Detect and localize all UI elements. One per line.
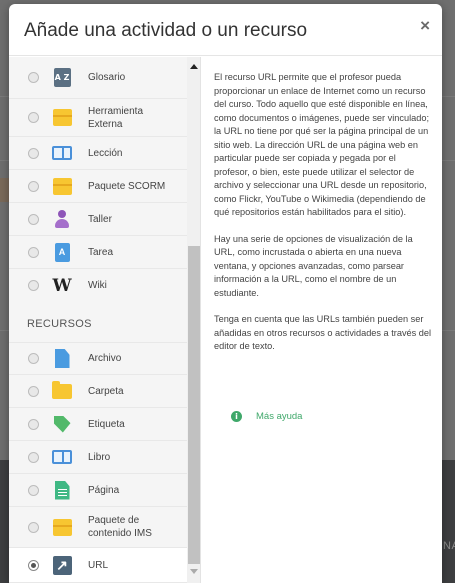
list-item-label: Glosario [88, 72, 126, 83]
lesson-icon [52, 143, 72, 163]
radio-button[interactable] [28, 147, 39, 159]
list-item-libro[interactable]: Libro [9, 441, 187, 474]
external-tool-icon [52, 108, 72, 128]
list-item-label: Etiqueta [88, 418, 125, 430]
ims-package-icon [52, 517, 72, 537]
list-item-wiki[interactable]: W Wiki [9, 269, 187, 302]
scorm-package-icon [52, 176, 72, 196]
radio-button[interactable] [28, 213, 39, 225]
page-icon [52, 480, 72, 500]
workshop-icon [52, 209, 72, 229]
list-item-label: Taller [88, 213, 112, 225]
radio-button[interactable] [28, 246, 39, 258]
section-title-resources: RECURSOS [27, 318, 92, 330]
radio-button[interactable] [28, 180, 39, 192]
radio-button[interactable] [28, 280, 39, 291]
list-item-leccion[interactable]: Lección [9, 137, 187, 170]
activity-chooser-dialog: Añade una actividad o un recurso × A Z G… [9, 4, 442, 583]
more-help-link[interactable]: Más ayuda [256, 411, 302, 422]
radio-button-selected[interactable] [28, 559, 39, 571]
scroll-up-arrow[interactable] [190, 64, 198, 69]
list-item-label: Wiki [88, 280, 107, 291]
radio-button[interactable] [28, 112, 39, 123]
list-item-label: Carpeta [88, 385, 124, 397]
info-icon: i [231, 411, 242, 422]
list-item-carpeta[interactable]: Carpeta [9, 375, 187, 408]
list-item-archivo[interactable]: Archivo [9, 342, 187, 375]
background-edge-text: NA [443, 540, 455, 552]
list-item-label: Lección [88, 147, 123, 159]
module-description: El recurso URL permite que el profesor p… [214, 71, 432, 367]
radio-button[interactable] [28, 418, 39, 430]
radio-button[interactable] [28, 385, 39, 397]
list-scrollbar[interactable] [187, 57, 200, 583]
list-item-label: Paquete de contenido IMS [88, 515, 152, 539]
assignment-icon: A [52, 242, 72, 262]
list-item-taller[interactable]: Taller [9, 203, 187, 236]
list-item-paquete-contenido-ims[interactable]: Paquete de contenido IMS [9, 507, 187, 548]
glossary-icon: A Z [52, 68, 72, 88]
description-paragraph: El recurso URL permite que el profesor p… [214, 72, 430, 217]
list-item-pagina[interactable]: Página [9, 474, 187, 507]
module-list[interactable]: A Z Glosario Herramienta Externa Lección… [9, 57, 201, 583]
list-item-url[interactable]: ↗ URL [9, 548, 187, 583]
scrollbar-thumb[interactable] [188, 246, 200, 564]
radio-button[interactable] [28, 521, 39, 533]
url-icon: ↗ [52, 555, 72, 575]
list-item-label: Herramienta Externa [88, 105, 144, 130]
list-item-label: Tarea [88, 246, 114, 258]
description-paragraph: Tenga en cuenta que las URLs también pue… [214, 314, 432, 351]
book-icon [52, 447, 72, 467]
list-item-label: Página [88, 484, 120, 496]
dialog-title: Añade una actividad o un recurso [24, 20, 308, 41]
list-item-label: URL [88, 559, 109, 571]
list-item-etiqueta[interactable]: Etiqueta [9, 408, 187, 441]
radio-button[interactable] [28, 353, 39, 364]
folder-icon [52, 380, 72, 401]
more-help-row[interactable]: i Más ayuda [231, 411, 302, 422]
dialog-body: A Z Glosario Herramienta Externa Lección… [9, 57, 442, 583]
close-button[interactable]: × [420, 16, 430, 36]
radio-button[interactable] [28, 72, 39, 83]
list-item-label: Libro [88, 451, 111, 463]
scroll-down-arrow[interactable] [190, 569, 198, 574]
file-icon [52, 349, 72, 369]
list-item-label: Paquete SCORM [88, 180, 166, 192]
description-paragraph: Hay una serie de opciones de visualizaci… [214, 233, 413, 298]
wiki-icon: W [52, 275, 72, 296]
radio-button[interactable] [28, 484, 39, 496]
list-item-label: Archivo [88, 353, 122, 364]
label-icon [52, 414, 72, 434]
list-item-paquete-scorm[interactable]: Paquete SCORM [9, 170, 187, 203]
dialog-header: Añade una actividad o un recurso × [9, 4, 442, 56]
list-item-herramienta-externa[interactable]: Herramienta Externa [9, 99, 187, 137]
list-item-tarea[interactable]: A Tarea [9, 236, 187, 269]
radio-button[interactable] [28, 451, 39, 463]
list-item-glosario[interactable]: A Z Glosario [9, 57, 187, 99]
